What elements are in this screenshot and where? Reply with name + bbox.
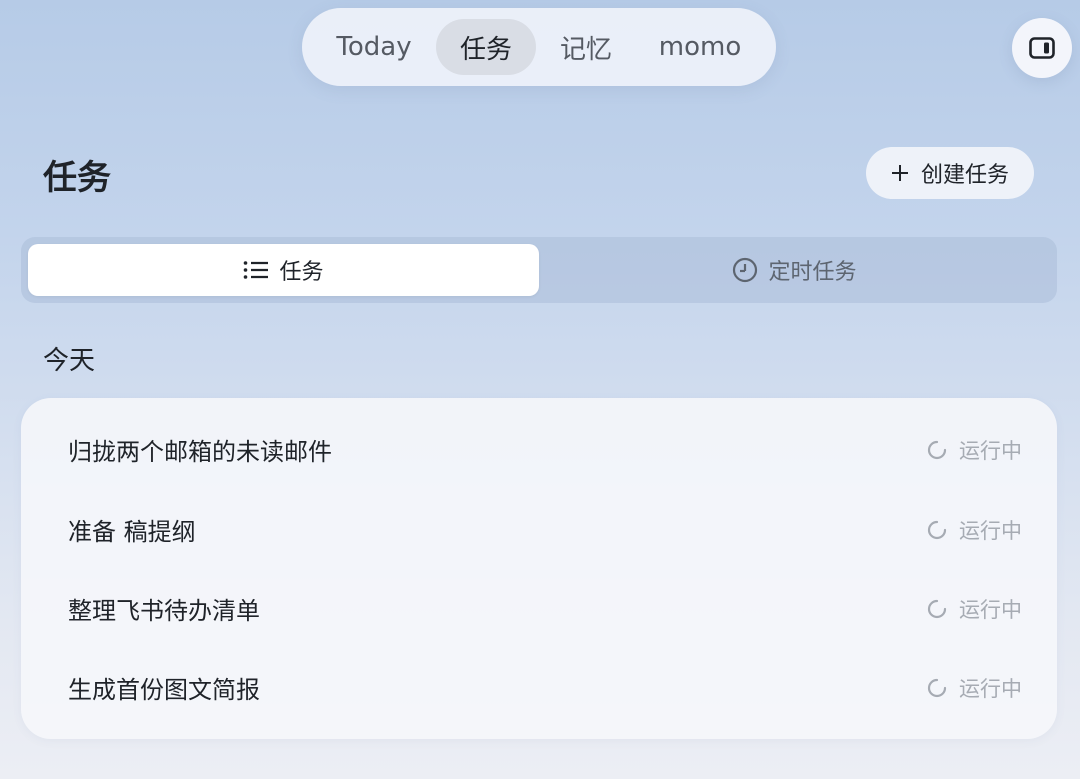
segment-tasks[interactable]: 任务 xyxy=(28,244,539,296)
task-row[interactable]: 归拢两个邮箱的未读邮件 运行中 xyxy=(21,410,1057,489)
loading-spinner-icon xyxy=(927,520,947,539)
task-status-label: 运行中 xyxy=(959,597,1022,622)
task-status: 运行中 xyxy=(927,435,1022,465)
loading-spinner-icon xyxy=(927,599,947,618)
segment-tasks-label: 任务 xyxy=(279,260,324,285)
loading-spinner-icon xyxy=(927,678,947,697)
sidebar-toggle-button[interactable] xyxy=(1012,18,1072,78)
loading-spinner-icon xyxy=(927,440,947,459)
sidebar-toggle-icon xyxy=(1029,37,1055,59)
task-status: 运行中 xyxy=(927,594,1022,624)
task-title: 生成首份图文简报 xyxy=(68,676,260,704)
top-nav: Today 任务 记忆 momo xyxy=(302,8,776,86)
create-task-button[interactable]: 创建任务 xyxy=(866,147,1034,199)
task-title: 准备 稿提纲 xyxy=(68,518,196,546)
tab-momo[interactable]: momo xyxy=(636,19,764,75)
plus-icon xyxy=(891,165,908,181)
segment-scheduled-tasks[interactable]: 定时任务 xyxy=(539,244,1050,296)
task-status: 运行中 xyxy=(927,673,1022,703)
section-today-label: 今天 xyxy=(43,346,96,376)
task-status-label: 运行中 xyxy=(959,676,1022,701)
task-status-label: 运行中 xyxy=(959,518,1022,543)
task-title: 归拢两个邮箱的未读邮件 xyxy=(68,438,332,466)
create-task-label: 创建任务 xyxy=(920,163,1009,188)
task-row[interactable]: 整理飞书待办清单 运行中 xyxy=(21,569,1057,648)
segment-scheduled-label: 定时任务 xyxy=(768,260,857,285)
task-list: 归拢两个邮箱的未读邮件 运行中 准备 稿提纲 运行中 整理飞书待办清单 运行中 … xyxy=(21,398,1057,739)
task-status-label: 运行中 xyxy=(959,438,1022,463)
clock-icon xyxy=(733,257,758,283)
task-type-segmented-control: 任务 定时任务 xyxy=(21,237,1057,303)
tab-today[interactable]: Today xyxy=(312,19,436,75)
tab-tasks[interactable]: 任务 xyxy=(436,19,536,75)
task-status: 运行中 xyxy=(927,515,1022,545)
tab-memory[interactable]: 记忆 xyxy=(536,19,636,75)
task-title: 整理飞书待办清单 xyxy=(68,597,260,625)
task-row[interactable]: 准备 稿提纲 运行中 xyxy=(21,490,1057,569)
page-title: 任务 xyxy=(43,158,111,198)
task-row[interactable]: 生成首份图文简报 运行中 xyxy=(21,648,1057,727)
list-icon xyxy=(244,261,269,279)
